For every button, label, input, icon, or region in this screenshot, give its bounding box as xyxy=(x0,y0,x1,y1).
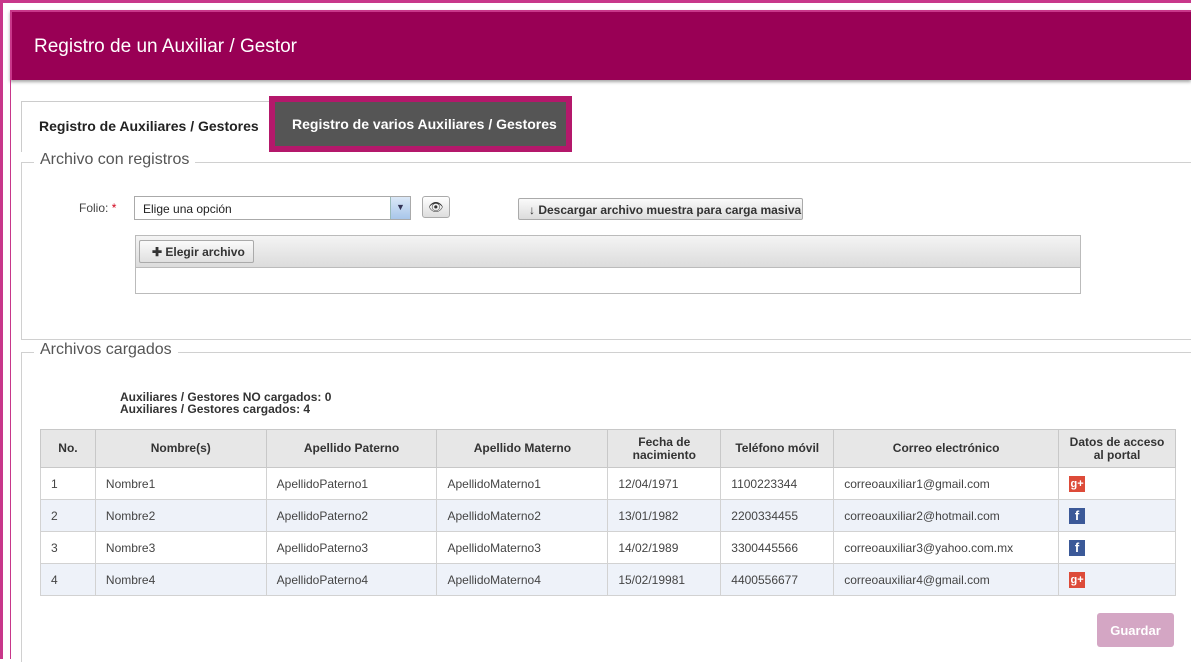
table-row[interactable]: 2 Nombre2 ApellidoPaterno2 ApellidoMater… xyxy=(40,499,1176,532)
table-header-row: No. Nombre(s) Apellido Paterno Apellido … xyxy=(40,429,1176,468)
download-sample-button[interactable]: ↓ Descargar archivo muestra para carga m… xyxy=(518,198,803,220)
table-row[interactable]: 1 Nombre1 ApellidoPaterno1 ApellidoMater… xyxy=(40,467,1176,500)
google-plus-icon[interactable]: g+ xyxy=(1069,475,1086,492)
col-header-telefono[interactable]: Teléfono móvil xyxy=(720,429,835,468)
facebook-icon[interactable]: f xyxy=(1069,507,1086,524)
upload-stats: Auxiliares / Gestores NO cargados: 0 Aux… xyxy=(120,391,331,415)
folio-select[interactable]: Elige una opción ▼ xyxy=(134,196,411,220)
chevron-down-icon[interactable]: ▼ xyxy=(390,197,410,219)
col-header-nombre[interactable]: Nombre(s) xyxy=(94,429,267,468)
col-header-acceso[interactable]: Datos de acceso al portal xyxy=(1058,429,1176,468)
required-marker: * xyxy=(111,201,117,215)
eye-icon: 👁 xyxy=(428,200,444,214)
folio-label: Folio: * xyxy=(79,201,117,215)
folio-select-value: Elige una opción xyxy=(143,202,232,216)
col-header-correo[interactable]: Correo electrónico xyxy=(833,429,1060,468)
col-header-materno[interactable]: Apellido Materno xyxy=(436,429,609,468)
table-row[interactable]: 4 Nombre4 ApellidoPaterno4 ApellidoMater… xyxy=(40,563,1176,596)
facebook-icon[interactable]: f xyxy=(1069,539,1086,556)
col-header-paterno[interactable]: Apellido Paterno xyxy=(265,429,438,468)
records-table: No. Nombre(s) Apellido Paterno Apellido … xyxy=(40,429,1176,596)
tab-multiple-registration-highlight: Registro de varios Auxiliares / Gestores xyxy=(269,96,572,152)
download-arrow-icon: ↓ xyxy=(529,203,535,217)
page-header: Registro de un Auxiliar / Gestor xyxy=(10,10,1191,80)
col-header-no[interactable]: No. xyxy=(40,429,96,468)
view-folio-button[interactable]: 👁 xyxy=(422,196,450,218)
tab-single-registration[interactable]: Registro de Auxiliares / Gestores xyxy=(21,101,273,152)
plus-icon: ✚ xyxy=(152,245,163,259)
tab-multiple-registration[interactable]: Registro de varios Auxiliares / Gestores xyxy=(275,102,566,146)
main-content: Registro de Auxiliares / Gestores Regist… xyxy=(10,80,1191,662)
file-records-legend: Archivo con registros xyxy=(34,151,196,169)
col-header-fecha[interactable]: Fecha de nacimiento xyxy=(607,429,722,468)
file-upload-area: ✚ Elegir archivo xyxy=(135,235,1081,294)
uploaded-files-legend: Archivos cargados xyxy=(34,341,178,359)
table-row[interactable]: 3 Nombre3 ApellidoPaterno3 ApellidoMater… xyxy=(40,531,1176,564)
google-plus-icon[interactable]: g+ xyxy=(1069,571,1086,588)
page-title: Registro de un Auxiliar / Gestor xyxy=(34,36,297,57)
save-button[interactable]: Guardar xyxy=(1097,613,1174,647)
choose-file-button[interactable]: ✚ Elegir archivo xyxy=(139,240,254,263)
file-upload-toolbar: ✚ Elegir archivo xyxy=(136,236,1080,268)
loaded-count: Auxiliares / Gestores cargados: 4 xyxy=(120,402,311,416)
